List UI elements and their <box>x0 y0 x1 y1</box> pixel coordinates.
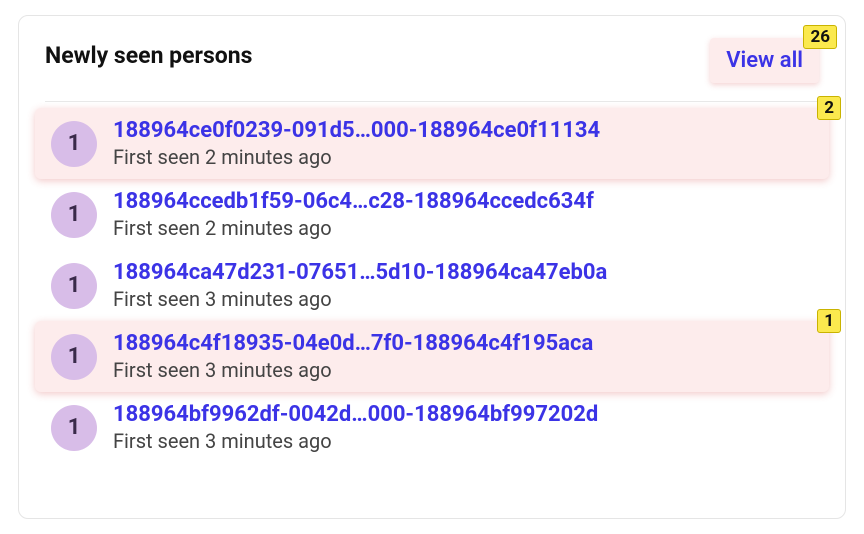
newly-seen-persons-card: Newly seen persons View all 26 2 1 18896… <box>18 15 846 519</box>
person-row[interactable]: 2 1 188964ce0f0239-091d5…000-188964ce0f1… <box>35 108 829 179</box>
person-first-seen: First seen 2 minutes ago <box>113 216 594 240</box>
person-first-seen: First seen 3 minutes ago <box>113 358 593 382</box>
divider <box>45 101 819 102</box>
person-row[interactable]: 1 188964ca47d231-07651…5d10-188964ca47eb… <box>45 250 819 321</box>
person-text: 188964bf9962df-0042d…000-188964bf997202d… <box>113 402 598 453</box>
person-id-link[interactable]: 188964ce0f0239-091d5…000-188964ce0f11134 <box>113 118 600 143</box>
person-row[interactable]: 1 188964ccedb1f59-06c4…c28-188964ccedc63… <box>45 179 819 250</box>
person-row[interactable]: 1 1 188964c4f18935-04e0d…7f0-188964c4f19… <box>35 321 829 392</box>
avatar: 1 <box>51 263 97 309</box>
card-title: Newly seen persons <box>45 42 252 69</box>
row-badge: 1 <box>817 309 841 333</box>
avatar: 1 <box>51 334 97 380</box>
card-header: Newly seen persons View all 26 <box>45 42 819 83</box>
person-id-link[interactable]: 188964ccedb1f59-06c4…c28-188964ccedc634f <box>113 189 594 214</box>
person-text: 188964ca47d231-07651…5d10-188964ca47eb0a… <box>113 260 607 311</box>
persons-list: 2 1 188964ce0f0239-091d5…000-188964ce0f1… <box>45 108 819 463</box>
view-all-badge: 26 <box>803 25 837 49</box>
person-id-link[interactable]: 188964bf9962df-0042d…000-188964bf997202d <box>113 402 598 427</box>
view-all-wrap: View all 26 <box>710 38 819 83</box>
avatar: 1 <box>51 405 97 451</box>
person-id-link[interactable]: 188964ca47d231-07651…5d10-188964ca47eb0a <box>113 260 607 285</box>
person-text: 188964ce0f0239-091d5…000-188964ce0f11134… <box>113 118 600 169</box>
person-first-seen: First seen 2 minutes ago <box>113 145 600 169</box>
row-badge: 2 <box>817 96 841 120</box>
person-text: 188964ccedb1f59-06c4…c28-188964ccedc634f… <box>113 189 594 240</box>
person-row[interactable]: 1 188964bf9962df-0042d…000-188964bf99720… <box>45 392 819 463</box>
person-id-link[interactable]: 188964c4f18935-04e0d…7f0-188964c4f195aca <box>113 331 593 356</box>
person-first-seen: First seen 3 minutes ago <box>113 287 607 311</box>
person-first-seen: First seen 3 minutes ago <box>113 429 598 453</box>
person-text: 188964c4f18935-04e0d…7f0-188964c4f195aca… <box>113 331 593 382</box>
avatar: 1 <box>51 121 97 167</box>
avatar: 1 <box>51 192 97 238</box>
